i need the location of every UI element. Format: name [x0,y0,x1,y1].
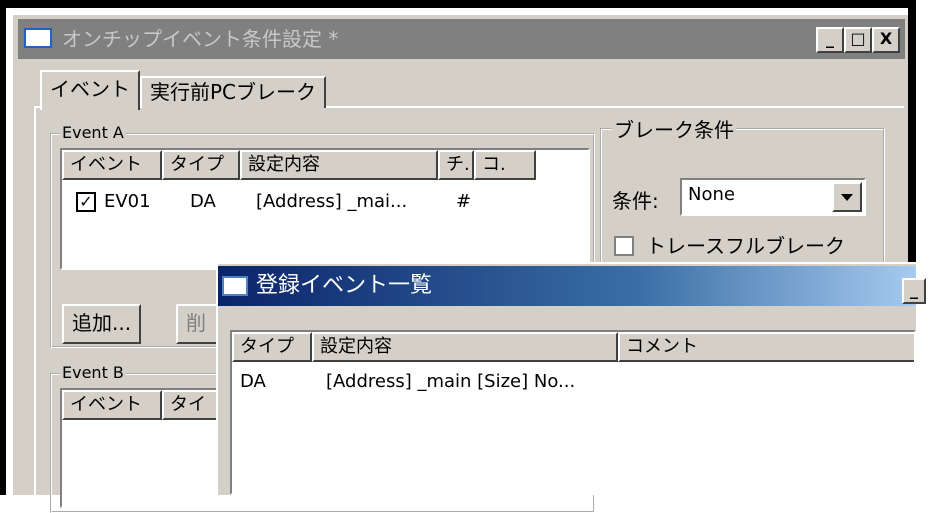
minimize-button[interactable]: _ [816,27,844,53]
sub-window-icon [222,276,248,296]
condition-select[interactable]: None [680,178,866,216]
registered-events-title: 登録イベント一覧 [256,273,433,298]
column-header-ch[interactable]: チ. [438,150,474,180]
event-checkbox[interactable]: ✓ [76,192,96,212]
row-content: [Address] _mai... [256,191,408,212]
row-type: DA [240,371,266,392]
close-icon: X [879,29,893,48]
maximize-button[interactable]: □ [844,27,872,53]
table-row[interactable]: ✓ EV01 DA [Address] _mai... # [70,190,580,216]
column-header-comment[interactable]: コメント [618,332,914,362]
chevron-down-icon[interactable] [832,182,862,212]
column-header-type[interactable]: タイプ [162,150,240,180]
trace-full-checkbox[interactable] [614,236,634,256]
event-b-group-label: Event B [60,363,126,382]
event-a-group-label: Event A [60,123,126,142]
column-header-content[interactable]: 設定内容 [312,332,618,362]
minimize-icon: _ [910,280,918,299]
row-ch: # [456,191,472,212]
trace-full-label: トレースフルブレーク [646,234,845,258]
window-app-icon [24,28,52,48]
frame-top [0,0,916,8]
row-type: DA [190,191,216,212]
column-header-content[interactable]: 設定内容 [240,150,438,180]
column-header-type[interactable]: タイプ [232,332,312,362]
registered-events-list[interactable]: タイプ 設定内容 コメント DA [Address] _main [Size] … [230,330,916,495]
column-header-event[interactable]: イベント [62,150,162,180]
event-a-list[interactable]: イベント タイプ 設定内容 チ. コ. ✓ EV01 DA [Address] … [60,148,590,270]
condition-label: 条件: [612,189,659,213]
column-header-event[interactable]: イベント [62,390,162,420]
column-header-comment[interactable]: コ. [474,150,536,180]
condition-value: None [688,184,735,205]
chevron-down-icon-shape [841,194,853,201]
tab-event[interactable]: イベント [40,70,140,110]
close-button[interactable]: X [872,27,900,53]
maximize-icon: □ [850,29,866,48]
minimize-icon: _ [826,29,834,48]
sub-minimize-button[interactable]: _ [902,278,926,304]
main-window-title: オンチップイベント条件設定 * [62,27,339,51]
break-condition-label: ブレーク条件 [612,118,736,142]
add-button[interactable]: 追加... [62,304,142,344]
row-content: [Address] _main [Size] No... [326,371,576,392]
table-row[interactable]: DA [Address] _main [Size] No... [232,370,912,396]
row-event-name: EV01 [104,191,151,212]
check-icon: ✓ [79,192,93,211]
tab-pre-exec-pc-break[interactable]: 実行前PCブレーク [140,76,327,108]
frame-left [0,0,6,495]
